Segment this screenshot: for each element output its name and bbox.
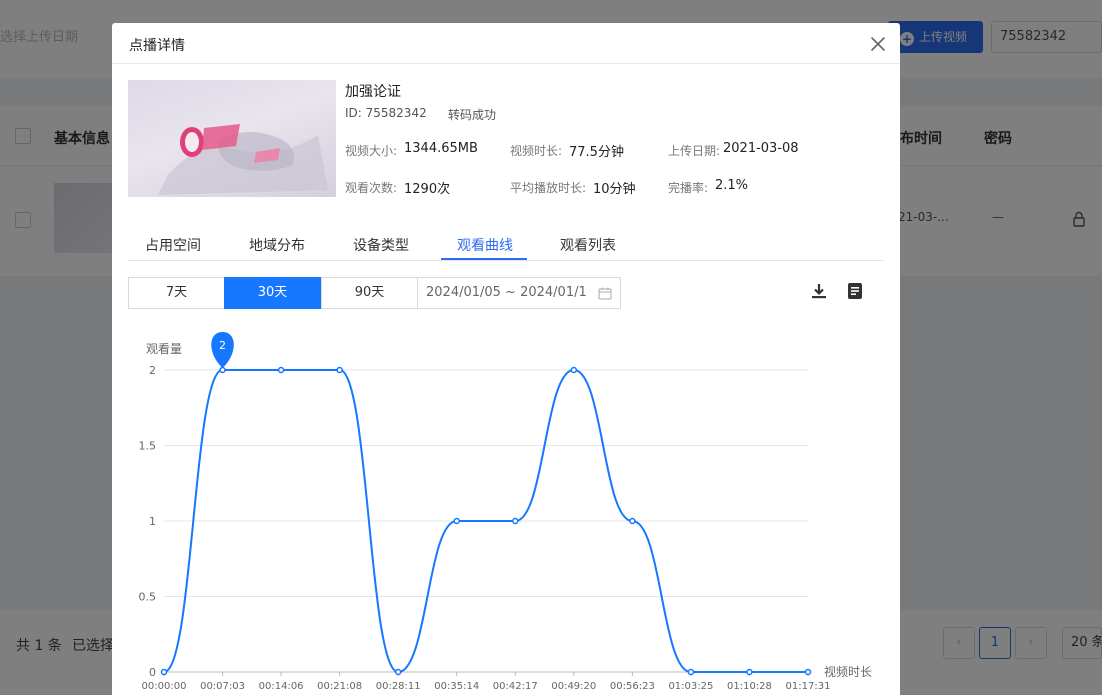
x-tick-label: 01:10:28 — [727, 681, 772, 692]
data-point — [394, 668, 402, 676]
x-tick-label: 00:49:20 — [551, 681, 596, 692]
data-point — [629, 517, 636, 525]
stat-size-value: 1344.65MB — [404, 141, 478, 156]
y-tick-label: 0 — [149, 666, 156, 679]
y-tick-label: 2 — [149, 364, 156, 377]
tab-device[interactable]: 设备类型 — [353, 235, 409, 255]
stat-completion-value: 2.1% — [715, 178, 749, 193]
video-id: ID: 75582342 — [345, 106, 427, 120]
transcode-status: 转码成功 — [448, 108, 497, 122]
x-tick-label: 01:17:31 — [786, 681, 831, 692]
x-tick-label: 00:42:17 — [493, 681, 538, 692]
stat-views-label: 观看次数: — [345, 181, 398, 195]
data-point — [336, 366, 343, 374]
data-point — [219, 366, 226, 374]
date-range-value: 2024/01/05 ~ 2024/01/1 — [426, 285, 587, 300]
stat-duration-value: 77.5分钟 — [569, 145, 624, 160]
x-tick-label: 00:21:08 — [317, 681, 362, 692]
stat-avg-play-value: 10分钟 — [593, 182, 636, 197]
download-icon[interactable] — [809, 281, 829, 301]
modal-title: 点播详情 — [129, 38, 185, 54]
range-7d-button[interactable]: 7天 — [128, 277, 225, 309]
stat-views-value: 1290次 — [404, 182, 451, 197]
stat-upload-date-value: 2021-03-08 — [723, 141, 799, 156]
tab-view-list[interactable]: 观看列表 — [560, 235, 616, 255]
data-point — [804, 668, 812, 676]
tab-view-curve[interactable]: 观看曲线 — [457, 235, 513, 255]
x-tick-label: 00:28:11 — [376, 681, 421, 692]
y-tick-label: 1 — [149, 515, 156, 528]
data-point — [570, 366, 578, 374]
x-tick-label: 01:03:25 — [668, 681, 713, 692]
x-tick-label: 00:00:00 — [142, 681, 187, 692]
list-icon[interactable] — [845, 281, 865, 301]
range-30d-button[interactable]: 30天 — [224, 277, 321, 309]
detail-modal: 点播详情 加强论证 ID: 75582342 转码成功 视频大小: 1344.6… — [112, 23, 900, 695]
data-point — [453, 517, 460, 525]
x-tick-label: 00:14:06 — [259, 681, 304, 692]
data-point — [512, 517, 519, 525]
tab-storage[interactable]: 占用空间 — [145, 235, 201, 255]
range-90d-button[interactable]: 90天 — [321, 277, 418, 309]
thumbnail-art — [158, 124, 328, 195]
x-tick-label: 00:56:23 — [610, 681, 655, 692]
stat-duration-label: 视频时长: — [510, 144, 563, 158]
stat-avg-play-label: 平均播放时长: — [510, 181, 587, 195]
stat-size-label: 视频大小: — [345, 144, 398, 158]
stat-completion-label: 完播率: — [668, 181, 709, 195]
data-point — [160, 668, 168, 676]
calendar-icon — [598, 287, 612, 300]
detail-tabs: 占用空间 地域分布 设备类型 观看曲线 观看列表 — [128, 226, 884, 261]
active-tab-indicator — [441, 258, 527, 260]
data-point — [687, 668, 695, 676]
x-tick-label: 00:35:14 — [434, 681, 479, 692]
date-range-picker[interactable]: 2024/01/05 ~ 2024/01/1 — [417, 277, 621, 309]
data-point — [746, 668, 753, 676]
peak-marker-label: 2 — [219, 339, 226, 352]
stat-upload-date-label: 上传日期: — [668, 144, 721, 158]
x-axis-title: 视频时长 — [824, 664, 872, 679]
video-title: 加强论证 — [345, 84, 401, 100]
x-tick-label: 00:07:03 — [200, 681, 245, 692]
data-point — [277, 366, 285, 374]
video-thumbnail — [128, 80, 336, 197]
y-tick-label: 0.5 — [139, 591, 157, 604]
y-tick-label: 1.5 — [139, 440, 157, 453]
view-curve-chart: 观看量 0 0.5 1 1.5 2 00:00:00 00:07:03 00:14:06 00:2… — [139, 332, 872, 692]
modal-header: 点播详情 — [112, 23, 900, 64]
tab-region[interactable]: 地域分布 — [249, 235, 305, 255]
close-icon[interactable] — [867, 33, 889, 55]
y-axis-title: 观看量 — [146, 342, 182, 356]
